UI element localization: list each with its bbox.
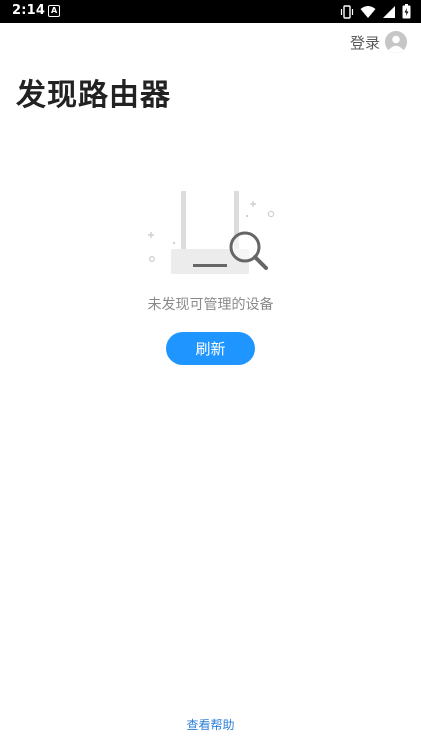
avatar-icon [385,31,407,53]
help-link[interactable]: 查看帮助 [0,716,421,733]
page-title: 发现路由器 [16,78,171,113]
empty-state-message: 未发现可管理的设备 [147,297,274,313]
status-icons [340,4,411,19]
status-bar: 2:14 A [0,0,421,23]
router-search-illustration [140,185,280,280]
wifi-icon [360,5,376,18]
signal-icon [383,5,395,18]
refresh-button[interactable]: 刷新 [166,332,255,365]
login-label: 登录 [349,33,380,52]
status-time: 2:14 [12,3,46,18]
battery-icon [402,4,411,19]
login-button[interactable]: 登录 [350,31,407,53]
a-letter-icon: A [48,5,60,17]
vibrate-icon [340,4,354,19]
